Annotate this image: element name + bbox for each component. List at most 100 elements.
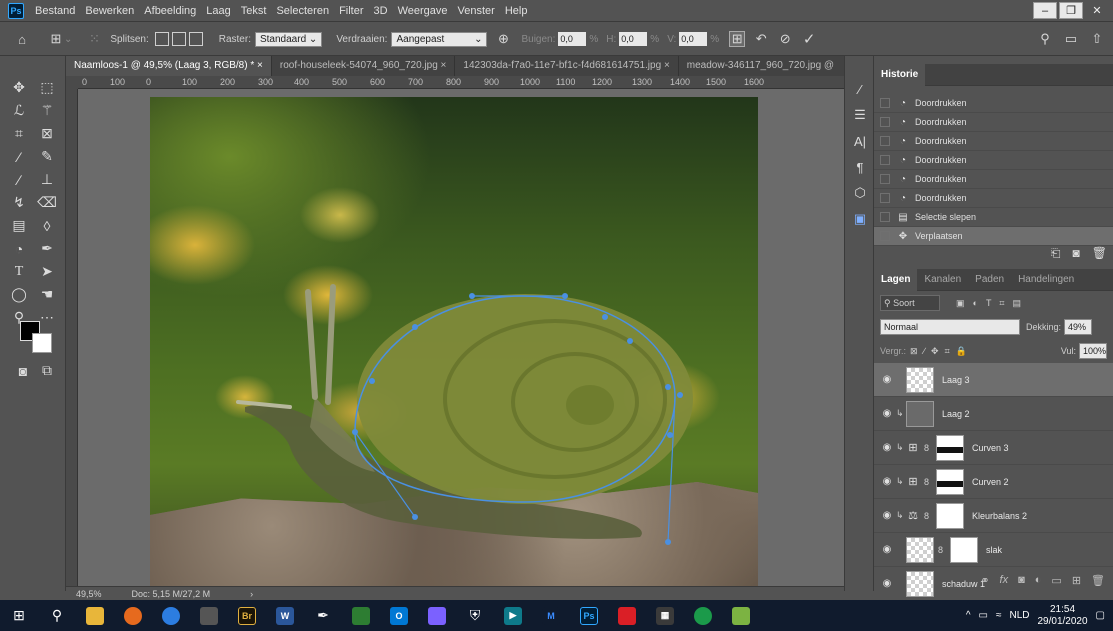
menu-bewerken[interactable]: Bewerken (80, 0, 139, 22)
tab-142303da[interactable]: 142303da-f7a0-11e7-bf1c-f4d681614751.jpg… (455, 56, 679, 76)
history-item[interactable]: ◔ Doordrukken (874, 94, 1113, 113)
new-layer-icon[interactable]: ⊞ (1072, 574, 1081, 587)
history-item[interactable]: ◔ Doordrukken (874, 113, 1113, 132)
fx-icon[interactable]: fx (1000, 574, 1009, 587)
pen-tool-icon[interactable]: ✒ (36, 239, 58, 258)
windows-start-icon[interactable]: ⊞ (0, 600, 38, 631)
paragraph-icon[interactable]: ¶ (845, 154, 875, 180)
type-tool-icon[interactable]: T (8, 262, 30, 281)
history-snapshot-checkbox[interactable] (880, 98, 890, 108)
photoshop-logo[interactable]: Ps (8, 2, 24, 19)
grid-dropdown[interactable]: Standaard ⌄ (254, 31, 323, 47)
layer-thumbnail[interactable] (906, 536, 934, 563)
hand-tool-icon[interactable]: ☚ (36, 285, 58, 304)
zoom-level[interactable]: 49,5% (76, 589, 102, 599)
rotate-dropdown[interactable]: Aangepast ⌄ (391, 31, 488, 47)
history-snapshot-checkbox[interactable] (880, 117, 890, 127)
doc-size[interactable]: Doc: 5,15 M/27,2 M (132, 589, 211, 599)
path-selection-icon[interactable]: ➤ (36, 262, 58, 281)
screen-mode-icon[interactable]: ⧉ (36, 361, 58, 380)
close-icon[interactable]: × (664, 60, 670, 71)
properties-icon[interactable]: ▣ (845, 206, 875, 232)
move-tool-icon[interactable]: ✥ (8, 78, 30, 97)
word-icon[interactable]: W (266, 600, 304, 631)
adjustment-icon[interactable]: ◐ (1035, 574, 1042, 587)
close-icon[interactable]: × (257, 60, 263, 71)
mask-link-icon[interactable]: 8 (924, 443, 932, 453)
search-icon[interactable]: ⚲ (38, 600, 76, 631)
horizontal-ruler[interactable]: 0 100 0 100 200 300 400 500 600 700 800 900 1000 1100… (78, 76, 844, 89)
green-app-icon[interactable] (684, 600, 722, 631)
tab-naamloos[interactable]: Naamloos-1 @ 49,5% (Laag 3, RGB/8) * × (66, 56, 272, 76)
history-item[interactable]: ◔ Doordrukken (874, 189, 1113, 208)
split-horizontal-icon[interactable] (188, 32, 203, 46)
adjust-icon[interactable]: ☰ (845, 102, 875, 128)
layer-row[interactable]: ◉ ↳ ⊞ 8 Curven 2 (874, 465, 1113, 499)
network-icon[interactable]: ▭ (979, 610, 988, 621)
clone-stamp-icon[interactable]: ⊥ (36, 170, 58, 189)
history-snapshot-checkbox[interactable] (880, 193, 890, 203)
mask-link-icon[interactable]: 8 (938, 545, 946, 555)
bend-input[interactable]: 0,0 (558, 32, 587, 46)
history-snapshot-checkbox[interactable] (880, 155, 890, 165)
visibility-eye-icon[interactable]: ◉ (878, 476, 896, 487)
shield-icon[interactable]: ⛨ (456, 600, 494, 631)
menu-afbeelding[interactable]: Afbeelding (139, 0, 201, 22)
bridge-icon[interactable]: Br (228, 600, 266, 631)
blend-mode-dropdown[interactable]: Normaal (880, 319, 1020, 335)
close-icon[interactable]: × (441, 60, 447, 71)
h-input[interactable]: 0,0 (619, 32, 648, 46)
workspace-icon[interactable]: ▭ (1063, 31, 1079, 47)
layer-row[interactable]: ◉ ↳ Laag 2 (874, 397, 1113, 431)
history-item[interactable]: ◔ Doordrukken (874, 132, 1113, 151)
layer-row[interactable]: ◉ Laag 3 (874, 363, 1113, 397)
wifi-icon[interactable]: ≈ (996, 610, 1002, 621)
tab-roof-houseleek[interactable]: roof-houseleek-54074_960_720.jpg × (271, 56, 456, 76)
outlook-icon[interactable]: O (380, 600, 418, 631)
document-canvas[interactable] (150, 97, 758, 587)
magic-wand-icon[interactable]: ⚚ (36, 101, 58, 120)
status-arrow-icon[interactable]: › (250, 589, 253, 599)
layer-mask-thumbnail[interactable] (936, 434, 964, 461)
warp-orientation-button[interactable]: ⊕ (495, 31, 511, 47)
3d-icon[interactable]: ⬡ (845, 180, 875, 206)
history-snapshot-checkbox[interactable] (880, 212, 890, 222)
palm-app-icon[interactable] (342, 600, 380, 631)
link-icon[interactable]: ⚭ (980, 574, 989, 587)
fill-input[interactable]: 100% (1079, 343, 1107, 359)
color-swatches[interactable] (20, 321, 56, 357)
filter-icons[interactable]: ▣◐T⌗▤ (956, 298, 1029, 309)
new-document-icon[interactable]: ⎗ (1051, 246, 1061, 261)
brush-settings-icon[interactable]: ∕ (845, 76, 875, 102)
tab-meadow[interactable]: meadow-346117_960_720.jpg @ (678, 56, 843, 76)
blur-tool-icon[interactable]: ◊ (36, 216, 58, 235)
tab-handelingen[interactable]: Handelingen (1011, 269, 1081, 291)
home-button[interactable]: ⌂ (14, 31, 30, 47)
eyedropper-icon[interactable]: ⁄ (8, 147, 30, 166)
file-explorer-icon[interactable] (76, 600, 114, 631)
visibility-eye-icon[interactable]: ◉ (878, 374, 896, 385)
layer-thumbnail[interactable] (906, 366, 934, 393)
trash-icon[interactable]: 🗑 (1092, 246, 1107, 261)
menu-weergave[interactable]: Weergave (393, 0, 453, 22)
tab-lagen[interactable]: Lagen (874, 268, 918, 291)
layer-mask-thumbnail[interactable] (950, 536, 978, 563)
layer-thumbnail[interactable] (906, 570, 934, 597)
menu-help[interactable]: Help (500, 0, 533, 22)
menu-3d[interactable]: 3D (369, 0, 393, 22)
history-snapshot-checkbox[interactable] (880, 174, 890, 184)
share-icon[interactable]: ⇧ (1089, 31, 1105, 47)
firefox-icon[interactable] (114, 600, 152, 631)
clock[interactable]: 21:54 29/01/2020 (1037, 604, 1087, 628)
app-icon[interactable] (418, 600, 456, 631)
history-brush-icon[interactable]: ↯ (8, 193, 30, 212)
visibility-eye-icon[interactable]: ◉ (878, 544, 896, 555)
cc-app-icon[interactable] (608, 600, 646, 631)
background-color[interactable] (32, 333, 52, 353)
history-snapshot-checkbox[interactable] (880, 136, 890, 146)
menu-filter[interactable]: Filter (334, 0, 368, 22)
split-vertical-icon[interactable] (171, 32, 186, 46)
commit-transform-button[interactable]: ✓ (801, 31, 817, 48)
menu-selecteren[interactable]: Selecteren (271, 0, 334, 22)
tab-kanalen[interactable]: Kanalen (917, 269, 968, 291)
